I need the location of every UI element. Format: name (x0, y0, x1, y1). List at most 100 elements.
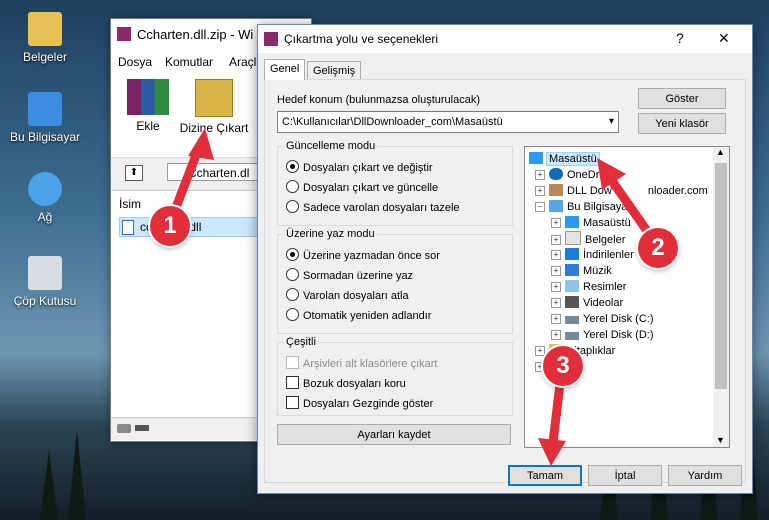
extract-folder-icon (195, 79, 233, 117)
option-label: Dosyaları çıkart ve değiştir (303, 162, 433, 174)
overwrite-option-rename[interactable]: Otomatik yeniden adlandır (286, 308, 431, 324)
add-label: Ekle (136, 119, 160, 133)
tree-node-documents[interactable]: + Belgeler (551, 231, 625, 247)
new-folder-button[interactable]: Yeni klasör (638, 113, 726, 134)
desktop-icon-label: Ağ (37, 210, 53, 224)
tree-node-label: Videolar (583, 297, 624, 309)
expand-icon[interactable]: + (551, 282, 561, 292)
radio-selected[interactable] (286, 248, 299, 261)
tree-node-pc-desktop[interactable]: + Masaüstü (551, 215, 631, 231)
overwrite-mode-title: Üzerine yaz modu (284, 228, 377, 240)
update-option-refresh-existing[interactable]: Sadece varolan dosyaları tazele (286, 200, 460, 216)
destination-path-combo[interactable]: C:\Kullanıcılar\DllDownloader_com\Masaüs… (277, 111, 619, 133)
dialog-titlebar[interactable]: Çıkartma yolu ve seçenekleri ? ✕ (258, 25, 752, 53)
expand-icon[interactable]: + (551, 266, 561, 276)
tree-node-pictures[interactable]: + Resimler (551, 279, 626, 295)
new-folder-button-label: Yeni klasör (655, 118, 709, 130)
desktop-icon-cop-kutusu[interactable]: Çöp Kutusu (0, 256, 90, 308)
recycle-bin-icon (28, 256, 62, 290)
column-header-name[interactable]: İsim (119, 197, 141, 211)
desktop-icon-belgeler[interactable]: Belgeler (0, 12, 90, 64)
expand-icon[interactable]: + (535, 170, 545, 180)
winrar-title: Ccharten.dll.zip - Wi (137, 27, 254, 42)
tree-node-label: Belgeler (585, 234, 626, 246)
desktop-icon-ag[interactable]: Ağ (0, 172, 90, 224)
folder-icon (28, 12, 62, 46)
option-label: Sormadan üzerine yaz (303, 270, 414, 282)
expand-icon[interactable]: + (535, 186, 545, 196)
computer-icon (28, 92, 62, 126)
menu-dosya[interactable]: Dosya (118, 55, 152, 69)
radio[interactable] (286, 308, 299, 321)
scroll-up-icon[interactable]: ▲ (716, 147, 725, 157)
tree-node-disk-d[interactable]: + Yerel Disk (D:) (551, 327, 654, 343)
tree-node-user[interactable]: + DLL Dow nloader.com (535, 183, 708, 199)
downloads-icon (565, 248, 579, 260)
tree-node-onedrive[interactable]: + OneDr (535, 167, 599, 183)
rar-books-icon (127, 79, 169, 115)
tree-node-music[interactable]: + Müzik (551, 263, 612, 279)
show-button[interactable]: Göster (638, 88, 726, 109)
tree-node-this-pc[interactable]: − Bu Bilgisaya (535, 199, 628, 215)
overwrite-option-without-prompt[interactable]: Sormadan üzerine yaz (286, 268, 413, 284)
tab-gelismis[interactable]: Gelişmiş (307, 61, 362, 81)
expand-icon[interactable]: + (551, 298, 561, 308)
scroll-down-icon[interactable]: ▼ (716, 435, 725, 445)
save-settings-button[interactable]: Ayarları kaydet (277, 424, 511, 445)
cancel-button[interactable]: İptal (588, 465, 662, 486)
extract-to-label: Dizine Çıkart (179, 121, 249, 135)
overwrite-option-ask[interactable]: Üzerine yazmadan önce sor (286, 248, 440, 264)
expand-icon[interactable]: + (535, 346, 545, 356)
desktop-icon-bu-bilgisayar[interactable]: Bu Bilgisayar (0, 92, 90, 144)
up-folder-icon[interactable]: ⬆ (125, 165, 143, 181)
documents-icon (565, 231, 581, 245)
scroll-thumb[interactable] (715, 163, 727, 389)
radio[interactable] (286, 200, 299, 213)
winrar-app-icon (117, 27, 131, 41)
tree-node-label: Yerel Disk (D:) (583, 329, 654, 341)
expand-icon[interactable]: + (551, 235, 561, 245)
menu-komutlar[interactable]: Komutlar (165, 55, 213, 69)
desktop-icon (529, 152, 543, 164)
expand-icon[interactable]: + (551, 250, 561, 260)
expand-icon[interactable]: + (551, 330, 561, 340)
radio-selected[interactable] (286, 160, 299, 173)
misc-option-show-in-explorer[interactable]: Dosyaları Gezginde göster (286, 396, 433, 412)
tree-node-desktop[interactable]: Masaüstü (529, 151, 600, 167)
radio[interactable] (286, 268, 299, 281)
collapse-icon[interactable]: − (535, 202, 545, 212)
checkbox[interactable] (286, 396, 299, 409)
expand-icon[interactable]: + (551, 218, 561, 228)
checkbox[interactable] (286, 376, 299, 389)
extract-to-button[interactable]: Dizine Çıkart (177, 79, 251, 135)
radio[interactable] (286, 288, 299, 301)
tree-node-downloads[interactable]: + İndirilenler (551, 247, 634, 263)
user-icon (549, 184, 563, 196)
update-option-extract-update[interactable]: Dosyaları çıkart ve güncelle (286, 180, 438, 196)
general-tab-panel: Hedef konum (bulunmazsa oluşturulacak) C… (264, 79, 746, 483)
option-label: Otomatik yeniden adlandır (303, 310, 432, 322)
expand-icon[interactable]: + (551, 314, 561, 324)
radio[interactable] (286, 180, 299, 193)
ok-button[interactable]: Tamam (508, 465, 582, 486)
tree-scrollbar[interactable]: ▲ ▼ (713, 147, 729, 447)
overwrite-mode-group: Üzerine yaz modu Üzerine yazmadan önce s… (277, 228, 513, 334)
music-icon (565, 264, 579, 276)
tab-genel-label: Genel (270, 63, 300, 75)
overwrite-option-skip[interactable]: Varolan dosyaları atla (286, 288, 409, 304)
close-icon[interactable]: ✕ (718, 30, 730, 47)
chevron-down-icon[interactable]: ▾ (609, 112, 614, 132)
tab-genel[interactable]: Genel (264, 59, 306, 80)
drive-icon (117, 424, 131, 433)
destination-label: Hedef konum (bulunmazsa oluşturulacak) (277, 94, 480, 106)
add-button[interactable]: Ekle (123, 79, 173, 133)
help-icon[interactable]: ? (676, 30, 684, 46)
option-label: Dosyaları çıkart ve güncelle (303, 182, 439, 194)
tree-node-disk-c[interactable]: + Yerel Disk (C:) (551, 311, 654, 327)
tree-node-videos[interactable]: + Videolar (551, 295, 623, 311)
tree-node-label: Masaüstü (546, 152, 600, 166)
folder-tree[interactable]: ▲ ▼ Masaüstü + OneDr + DLL Dow nloader.com … (524, 146, 730, 448)
misc-option-keep-broken[interactable]: Bozuk dosyaları koru (286, 376, 406, 392)
help-button[interactable]: Yardım (668, 465, 742, 486)
update-option-extract-replace[interactable]: Dosyaları çıkart ve değiştir (286, 160, 433, 176)
